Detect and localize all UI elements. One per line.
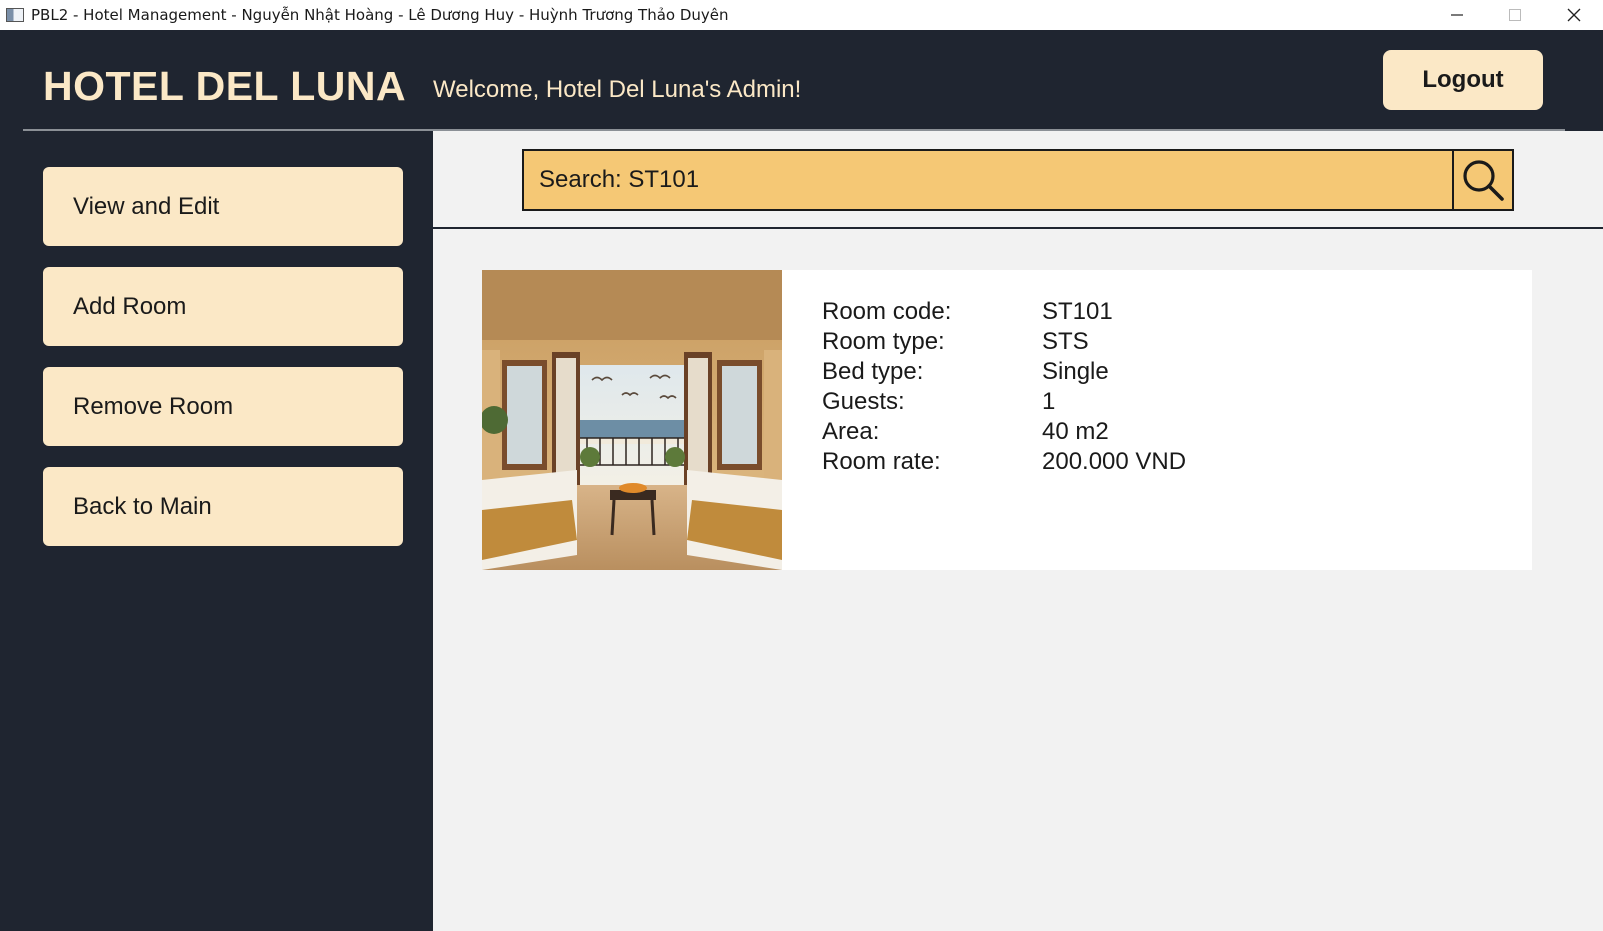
area-value: 40 m2 — [1042, 418, 1109, 445]
room-detail-card: Room code: ST101 Room type: STS Bed type… — [482, 270, 1532, 570]
main-content: Room code: ST101 Room type: STS Bed type… — [433, 131, 1603, 931]
view-and-edit-button[interactable]: View and Edit — [43, 167, 403, 246]
app-window: HOTEL DEL LUNA Welcome, Hotel Del Luna's… — [0, 30, 1603, 931]
area-label: Area: — [822, 418, 880, 445]
room-photo — [482, 270, 782, 570]
guests-label: Guests: — [822, 388, 905, 415]
logout-button[interactable]: Logout — [1383, 50, 1543, 110]
remove-room-button[interactable]: Remove Room — [43, 367, 403, 446]
maximize-button[interactable] — [1486, 0, 1544, 30]
search-button[interactable] — [1452, 149, 1514, 211]
sidebar: View and Edit Add Room Remove Room Back … — [0, 131, 433, 931]
hotel-brand-title: HOTEL DEL LUNA — [43, 63, 407, 109]
room-rate-label: Room rate: — [822, 448, 941, 475]
search-input[interactable] — [522, 149, 1454, 211]
minimize-icon — [1451, 14, 1463, 16]
hotel-room-image — [482, 270, 782, 570]
window-title: PBL2 - Hotel Management - Nguyễn Nhật Ho… — [31, 6, 729, 24]
bed-type-value: Single — [1042, 358, 1109, 385]
room-code-label: Room code: — [822, 298, 952, 325]
minimize-button[interactable] — [1428, 0, 1486, 30]
search-bar — [433, 131, 1603, 229]
window-titlebar: PBL2 - Hotel Management - Nguyễn Nhật Ho… — [0, 0, 1603, 30]
close-button[interactable] — [1545, 0, 1603, 30]
room-type-value: STS — [1042, 328, 1089, 355]
room-type-label: Room type: — [822, 328, 945, 355]
maximize-icon — [1509, 9, 1521, 21]
close-icon — [1567, 8, 1581, 22]
app-icon — [6, 8, 24, 22]
back-to-main-button[interactable]: Back to Main — [43, 467, 403, 546]
bed-type-label: Bed type: — [822, 358, 924, 385]
room-rate-value: 200.000 VND — [1042, 448, 1187, 475]
welcome-message: Welcome, Hotel Del Luna's Admin! — [433, 76, 802, 103]
guests-value: 1 — [1042, 388, 1056, 415]
room-code-value: ST101 — [1042, 298, 1113, 325]
search-icon — [1463, 160, 1504, 201]
add-room-button[interactable]: Add Room — [43, 267, 403, 346]
app-header: HOTEL DEL LUNA Welcome, Hotel Del Luna's… — [0, 30, 1603, 131]
